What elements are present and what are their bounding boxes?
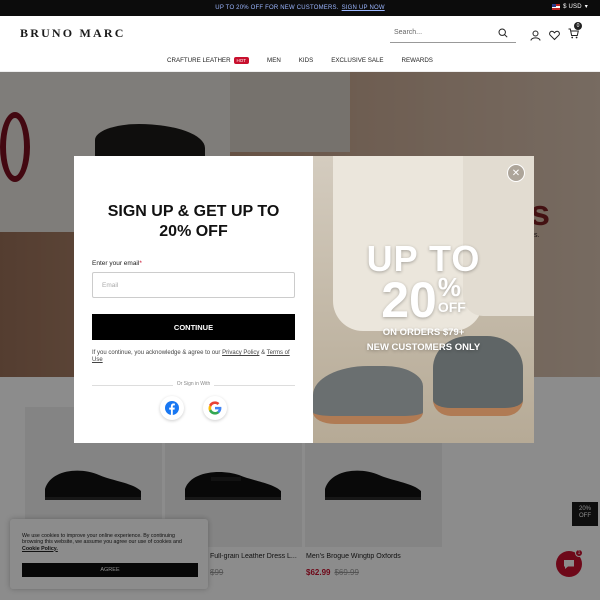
announcement-text: UP TO 20% OFF FOR NEW CUSTOMERS.	[215, 5, 339, 11]
google-icon	[208, 401, 222, 415]
or-sign-in-text: Or Sign in With	[172, 381, 215, 387]
close-modal-button[interactable]: ✕	[507, 164, 525, 182]
header-icons: 0	[530, 22, 582, 44]
currency-selector[interactable]: $ USD ▾	[552, 3, 588, 10]
terms-and: &	[259, 350, 267, 356]
facebook-icon	[165, 401, 179, 415]
cart-count-badge: 0	[574, 22, 582, 30]
promo-image-panel: UP TO 20% OFF ON ORDERS $79+ NEW CUSTOMER…	[313, 156, 534, 443]
main-nav: CRAFTURE LEATHER HOT MEN KIDS EXCLUSIVE S…	[0, 50, 600, 72]
promo-percent-sign: %	[437, 272, 461, 302]
required-asterisk: *	[139, 260, 142, 267]
email-label-text: Enter your email	[92, 260, 140, 267]
promo-percent: 20	[381, 272, 437, 328]
currency-label: $ USD	[563, 3, 582, 10]
promo-sign-block: % OFF	[437, 272, 466, 318]
chevron-down-icon: ▾	[584, 4, 588, 10]
us-flag-icon	[552, 3, 561, 10]
modal-title-line1: SIGN UP & GET UP TO	[107, 203, 280, 220]
google-login-button[interactable]	[203, 396, 227, 420]
promo-off: OFF	[437, 299, 466, 315]
or-sign-in-label: Or Sign in With	[74, 381, 313, 387]
account-icon[interactable]	[530, 30, 541, 41]
modal-title-line2: 20% OFF	[159, 223, 228, 240]
promo-text: UP TO 20% OFF ON ORDERS $79+ NEW CUSTOMER…	[313, 241, 534, 354]
nav-item-kids[interactable]: KIDS	[299, 57, 313, 64]
privacy-policy-link[interactable]: Privacy Policy	[222, 350, 259, 356]
search-placeholder: Search...	[394, 29, 423, 36]
nav-label: CRAFTURE LEATHER	[167, 57, 231, 64]
promo-percent-row: 20% OFF	[313, 272, 534, 328]
search-input[interactable]: Search...	[390, 23, 516, 43]
nav-item-men[interactable]: MEN	[267, 57, 281, 64]
nav-item-rewards[interactable]: REWARDS	[402, 57, 433, 64]
close-icon: ✕	[511, 167, 521, 179]
signup-form-panel: SIGN UP & GET UP TO 20% OFF Enter your e…	[74, 156, 313, 443]
continue-button[interactable]: CONTINUE	[92, 314, 295, 340]
modal-title: SIGN UP & GET UP TO 20% OFF	[74, 202, 313, 242]
nav-item-crafture-leather[interactable]: CRAFTURE LEATHER HOT	[167, 57, 250, 64]
promo-condition-1: ON ORDERS $79+	[382, 327, 465, 338]
promo-shoe-left	[313, 366, 423, 424]
site-header: BRUNO MARC Search... 0	[0, 16, 600, 48]
announcement-bar: UP TO 20% OFF FOR NEW CUSTOMERS. SIGN UP…	[0, 0, 600, 16]
terms-text: If you continue, you acknowledge & agree…	[92, 350, 295, 364]
cart-button[interactable]: 0	[568, 22, 582, 44]
signup-modal: SIGN UP & GET UP TO 20% OFF Enter your e…	[74, 156, 534, 443]
terms-prefix: If you continue, you acknowledge & agree…	[92, 350, 223, 356]
facebook-login-button[interactable]	[160, 396, 184, 420]
search-icon[interactable]	[498, 28, 508, 38]
sign-up-now-link[interactable]: SIGN UP NOW	[342, 5, 385, 11]
wishlist-heart-icon[interactable]	[549, 30, 560, 41]
brand-logo[interactable]: BRUNO MARC	[20, 26, 126, 41]
email-field[interactable]	[92, 272, 295, 298]
nav-item-exclusive-sale[interactable]: EXCLUSIVE SALE	[331, 57, 383, 64]
email-label: Enter your email*	[92, 260, 142, 267]
promo-condition-2: NEW CUSTOMERS ONLY	[366, 342, 481, 353]
hot-badge: HOT	[233, 57, 250, 64]
